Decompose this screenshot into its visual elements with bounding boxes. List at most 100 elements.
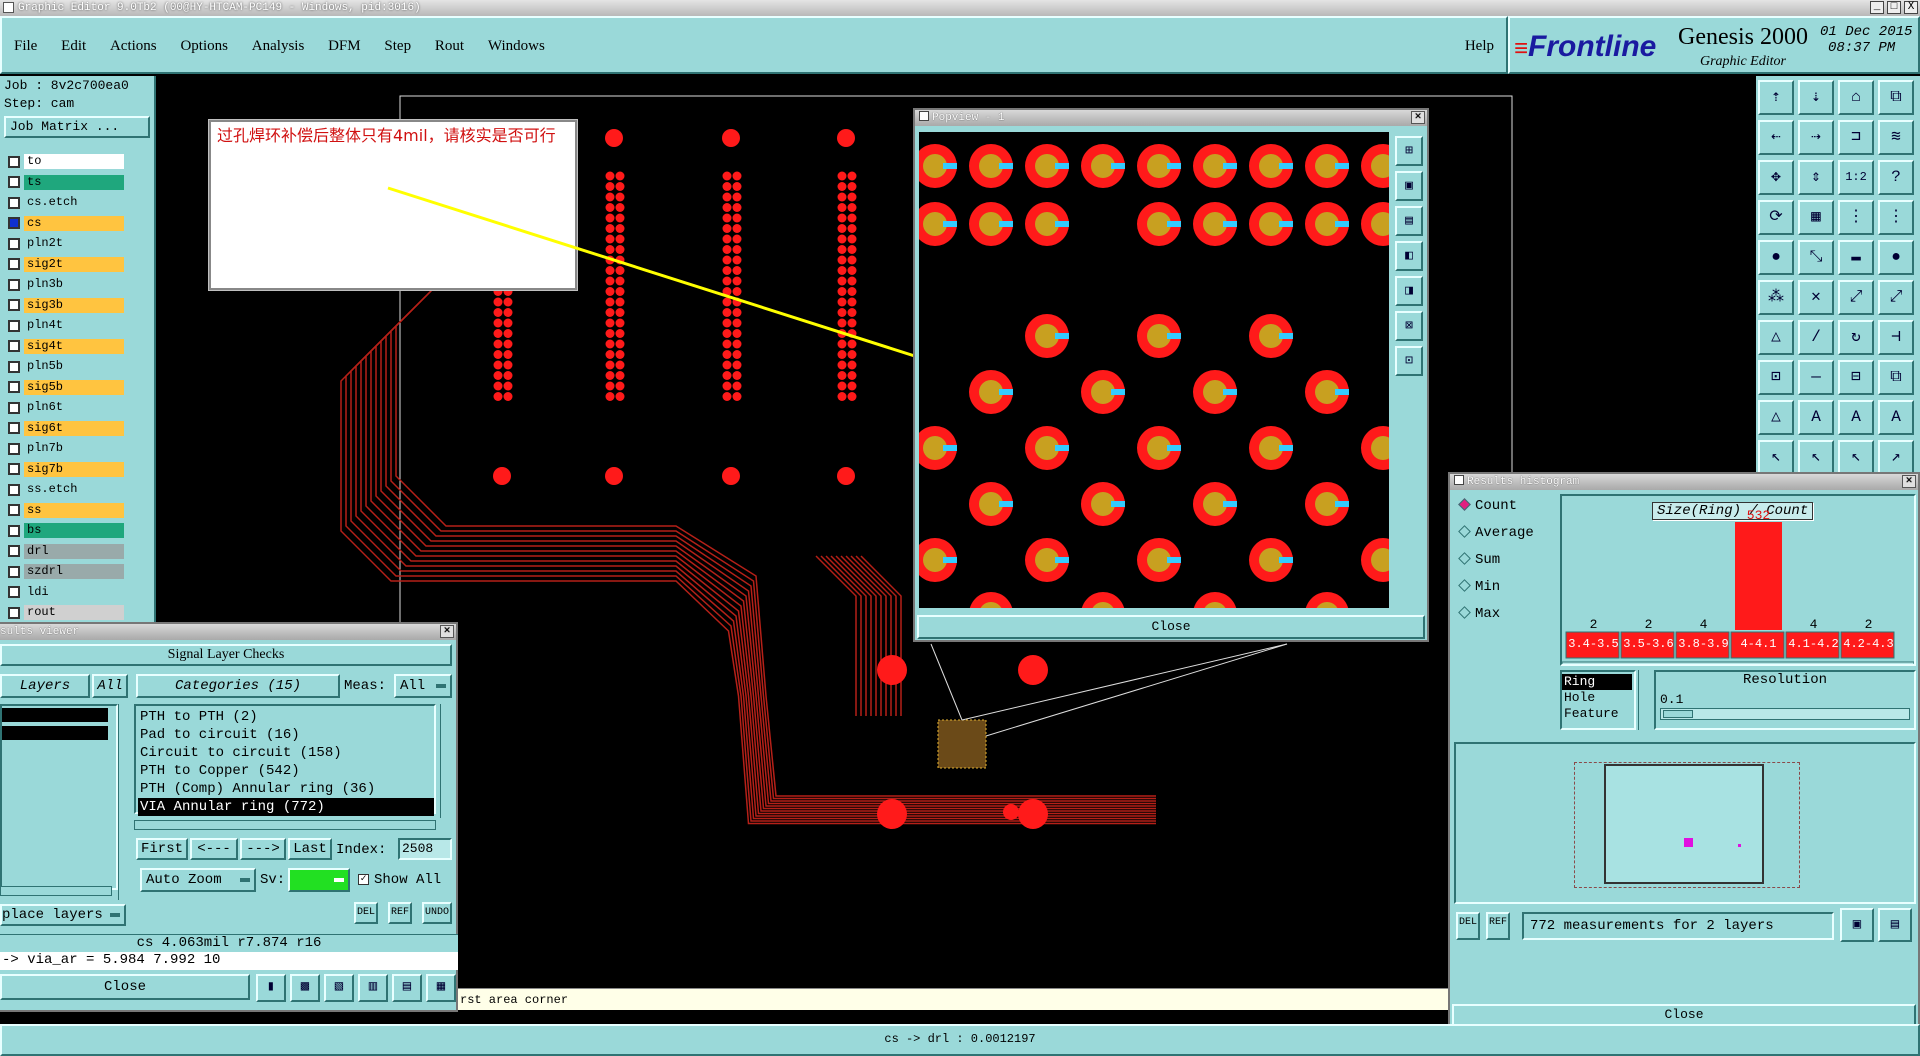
toolbar-tool-icon[interactable]: ↖ — [1758, 440, 1794, 475]
radio-icon[interactable] — [1458, 552, 1471, 565]
menu-step[interactable]: Step — [384, 38, 411, 55]
histogram-close-x[interactable]: ✕ — [1902, 475, 1916, 488]
layer-name[interactable]: ss.etch — [24, 482, 124, 497]
category-item[interactable]: PTH to PTH (2) — [138, 708, 434, 726]
popview-tool-icon[interactable]: ⊡ — [1395, 346, 1423, 376]
nav-last-button[interactable]: Last — [288, 838, 332, 860]
menu-windows[interactable]: Windows — [488, 38, 545, 55]
minimize-button[interactable]: _ — [1870, 1, 1884, 14]
layer-row-pln5b[interactable]: pln5b — [4, 357, 124, 376]
mode-average[interactable]: Average — [1458, 525, 1534, 545]
toolbar-tool-icon[interactable]: A — [1838, 400, 1874, 435]
layer-row-sig6t[interactable]: sig6t — [4, 419, 124, 438]
resolution-slider-thumb[interactable] — [1663, 710, 1693, 718]
layer-row-pln7b[interactable]: pln7b — [4, 439, 124, 458]
results-tool-icon[interactable]: ▮ — [256, 974, 286, 1002]
popview-tool-icon[interactable]: ⊠ — [1395, 311, 1423, 341]
layer-name[interactable]: pln6t — [24, 400, 124, 415]
layer-checkbox[interactable] — [8, 463, 20, 475]
toolbar-tool-icon[interactable]: / — [1798, 320, 1834, 355]
close-window-button[interactable]: X — [1904, 1, 1918, 14]
toolbar-tool-icon[interactable]: ? — [1878, 160, 1914, 195]
layer-checkbox[interactable] — [8, 524, 20, 537]
layer-checkbox[interactable] — [8, 442, 20, 455]
layer-row-pln6t[interactable]: pln6t — [4, 398, 124, 417]
radio-icon[interactable] — [1458, 606, 1471, 619]
layer-checkbox[interactable] — [8, 319, 20, 332]
layer-checkbox[interactable] — [8, 278, 20, 291]
toolbar-tool-icon[interactable]: — — [1798, 360, 1834, 395]
rv-ref-button[interactable]: REF — [388, 902, 412, 924]
layer-row-rout[interactable]: rout — [4, 603, 124, 622]
all-layers-tab[interactable]: All — [92, 674, 128, 698]
layer-name[interactable]: ldi — [24, 584, 124, 600]
popview-tool-icon[interactable]: ◨ — [1395, 276, 1423, 306]
layer-name[interactable]: pln3b — [24, 277, 124, 292]
layer-checkbox[interactable] — [8, 176, 20, 188]
mode-sum[interactable]: Sum — [1458, 552, 1500, 572]
toolbar-tool-icon[interactable]: ↖ — [1798, 440, 1834, 475]
toolbar-tool-icon[interactable]: ⤢ — [1838, 280, 1874, 315]
results-close-button[interactable]: Close — [0, 974, 250, 1000]
layer-name[interactable]: sig3b — [24, 297, 124, 313]
layer-name[interactable]: rout — [24, 605, 124, 620]
layer-checkbox[interactable] — [8, 606, 20, 619]
results-tool-icon[interactable]: ▦ — [426, 974, 456, 1002]
toolbar-tool-icon[interactable]: ⧉ — [1878, 360, 1914, 395]
toolbar-tool-icon[interactable]: ▬ — [1838, 240, 1874, 275]
layer-row-sig7b[interactable]: sig7b — [4, 460, 124, 479]
layer-row-sig5b[interactable]: sig5b — [4, 378, 124, 397]
results-tool-icon[interactable]: ▤ — [392, 974, 422, 1002]
results-viewer-close-x[interactable]: ✕ — [440, 625, 454, 638]
mode-max[interactable]: Max — [1458, 606, 1500, 626]
layer-row-ss.etch[interactable]: ss.etch — [4, 480, 124, 499]
menu-dfm[interactable]: DFM — [328, 38, 361, 55]
layer-row-drl[interactable]: drl — [4, 542, 124, 561]
nav-next-button[interactable]: ---> — [240, 838, 286, 860]
place-layers-select[interactable]: place layers — [0, 904, 126, 926]
menu-file[interactable]: File — [14, 38, 37, 55]
layer-row-cs[interactable]: cs — [4, 214, 124, 233]
histogram-close-button[interactable]: Close — [1452, 1004, 1916, 1026]
radio-icon[interactable] — [1458, 525, 1471, 538]
layer-checkbox[interactable] — [8, 381, 20, 393]
category-item[interactable]: Circuit to circuit (158) — [138, 744, 434, 762]
toolbar-tool-icon[interactable]: ⋮ — [1878, 200, 1914, 235]
layer-name[interactable]: sig7b — [24, 461, 124, 477]
layer-name[interactable]: cs.etch — [24, 195, 124, 210]
categories-tab[interactable]: Categories (15) — [136, 674, 340, 698]
menu-help[interactable]: Help — [1465, 38, 1494, 55]
sv-color-select[interactable] — [288, 868, 350, 892]
toolbar-tool-icon[interactable]: ⁂ — [1758, 280, 1794, 315]
index-input[interactable]: 2508 — [398, 838, 452, 860]
category-item[interactable]: VIA Annular ring (772) — [138, 798, 434, 816]
layer-checkbox[interactable] — [8, 545, 20, 557]
layer-row-cs.etch[interactable]: cs.etch — [4, 193, 124, 212]
toolbar-tool-icon[interactable]: ⊡ — [1758, 360, 1794, 395]
category-item[interactable]: Pad to circuit (16) — [138, 726, 434, 744]
layer-checkbox[interactable] — [8, 299, 20, 311]
menu-options[interactable]: Options — [180, 38, 228, 55]
layer-name[interactable]: szdrl — [24, 564, 124, 579]
toolbar-tool-icon[interactable]: ↗ — [1878, 440, 1914, 475]
popview-canvas[interactable] — [919, 132, 1389, 608]
zoom-region[interactable] — [937, 719, 987, 769]
layer-checkbox[interactable] — [8, 237, 20, 250]
toolbar-tool-icon[interactable]: ≋ — [1878, 120, 1914, 155]
toolbar-tool-icon[interactable]: ✕ — [1798, 280, 1834, 315]
toolbar-tool-icon[interactable]: ⤢ — [1878, 280, 1914, 315]
auto-zoom-select[interactable]: Auto Zoom — [140, 868, 256, 892]
export-icon[interactable]: ▣ — [1840, 908, 1874, 942]
nav-first-button[interactable]: First — [136, 838, 188, 860]
category-item[interactable]: PTH to Copper (542) — [138, 762, 434, 780]
layer-row-sig3b[interactable]: sig3b — [4, 296, 124, 315]
radio-icon[interactable] — [1458, 579, 1471, 592]
layer-name[interactable]: cs — [24, 215, 124, 231]
rv-undo-button[interactable]: UNDO — [422, 902, 452, 924]
layer-checkbox[interactable] — [8, 196, 20, 209]
ref-button-2[interactable]: REF — [1486, 912, 1510, 940]
mode-min[interactable]: Min — [1458, 579, 1500, 599]
layer-row-to[interactable]: to — [4, 152, 124, 171]
layer-checkbox[interactable] — [8, 483, 20, 496]
layer-row-szdrl[interactable]: szdrl — [4, 562, 124, 581]
